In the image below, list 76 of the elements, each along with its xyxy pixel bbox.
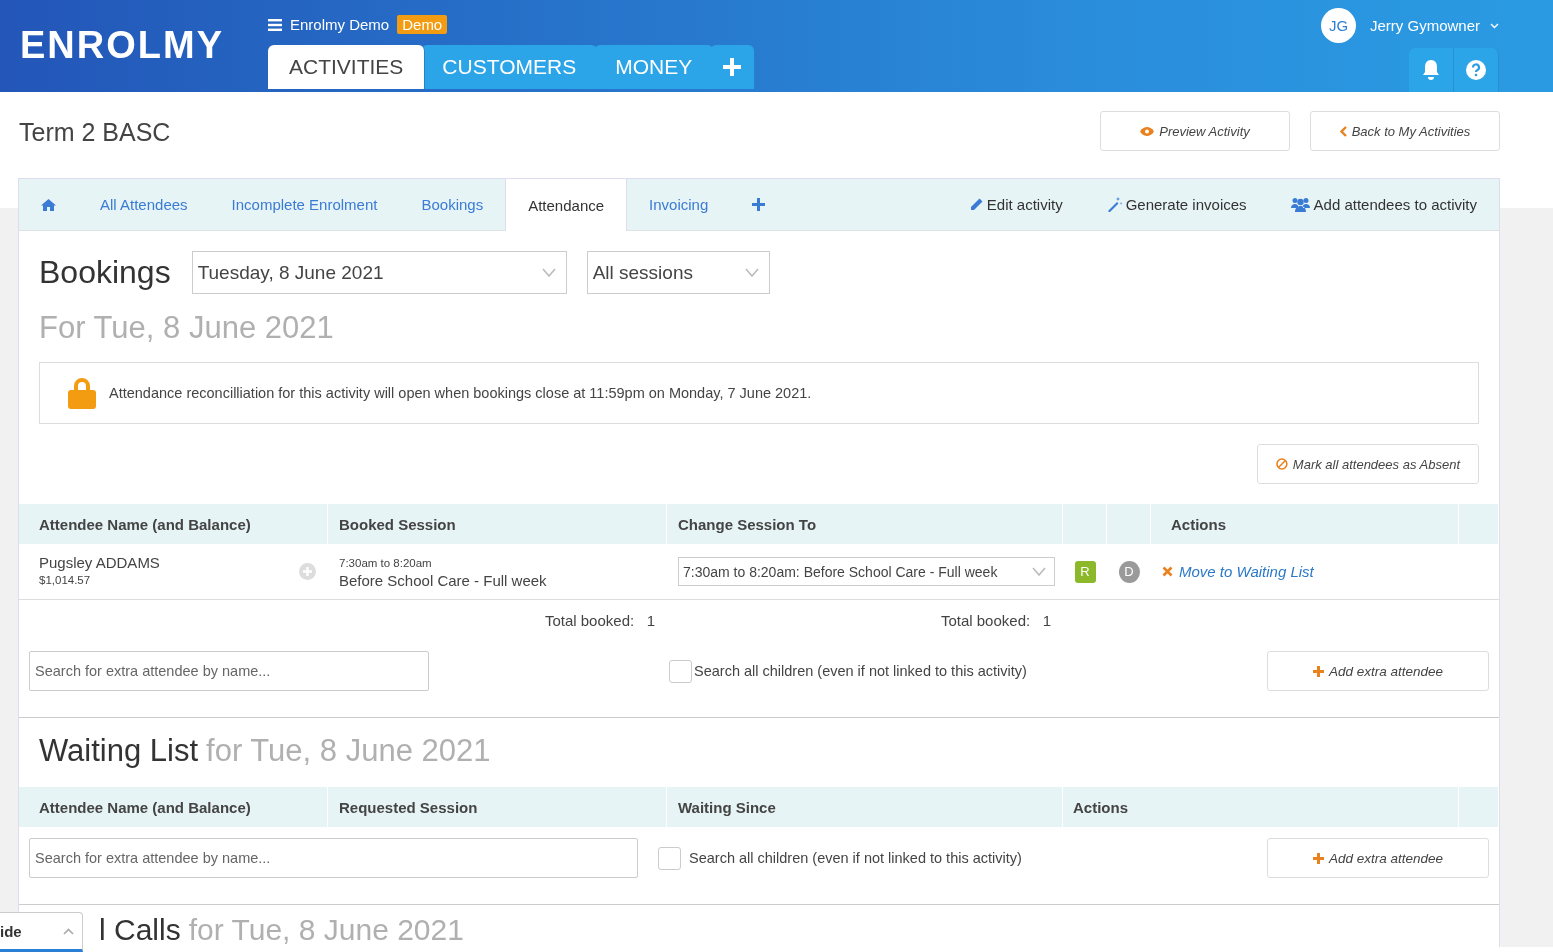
notifications-button[interactable] xyxy=(1409,48,1454,92)
nav-tab[interactable]: ACTIVITIES xyxy=(268,45,426,89)
demo-badge: Demo xyxy=(397,15,448,34)
column-header: Booked Session xyxy=(328,504,667,544)
bookings-heading: Bookings xyxy=(39,254,171,291)
help-button[interactable] xyxy=(1454,48,1499,92)
plus-icon xyxy=(1312,665,1324,677)
bell-icon xyxy=(1421,59,1441,81)
chevron-down-icon xyxy=(541,268,556,277)
change-session-dropdown[interactable]: 7:30am to 8:20am: Before School Care - Full week xyxy=(678,557,1055,586)
tab[interactable]: Bookings xyxy=(399,179,506,230)
user-avatar[interactable]: JG xyxy=(1320,8,1356,43)
checkbox[interactable] xyxy=(658,846,681,870)
column-header: Attendee Name (and Balance) xyxy=(19,504,328,544)
waiting-list-heading: Waiting List xyxy=(39,733,199,768)
users-icon xyxy=(1290,197,1310,212)
attendee-balance: $1,014.57 xyxy=(39,574,92,586)
search-field[interactable]: Search for extra attendee by name... xyxy=(29,651,429,691)
chevron-down-icon xyxy=(1032,567,1046,576)
logo[interactable]: ENROLMY xyxy=(0,0,268,92)
preview-button[interactable]: Preview Activity xyxy=(1100,111,1290,151)
session-time: 7:30am to 8:20am xyxy=(339,557,433,569)
action-link[interactable]: Generate invoices xyxy=(1084,179,1269,230)
caret-icon[interactable] xyxy=(1490,22,1499,29)
tab[interactable]: Attendance xyxy=(505,179,628,231)
checkbox[interactable] xyxy=(669,659,692,683)
plus-icon xyxy=(723,58,742,76)
caret-up-icon[interactable] xyxy=(63,927,74,935)
lock-icon xyxy=(68,377,96,409)
date-dropdown[interactable]: Tuesday, 8 June 2021 xyxy=(191,251,567,294)
waiting-list-link[interactable]: Move to Waiting List xyxy=(1162,563,1459,580)
total-booked: Total booked: 1 xyxy=(543,612,656,629)
chevron-left-icon xyxy=(1339,125,1347,137)
menu-icon[interactable] xyxy=(268,18,282,31)
action-link[interactable]: Edit activity xyxy=(947,179,1085,230)
add-button[interactable] xyxy=(710,45,756,89)
page-title: Term 2 BASC xyxy=(19,117,171,147)
pencil-icon xyxy=(969,198,983,211)
column-header: Actions xyxy=(1151,504,1459,544)
back-button[interactable]: Back to My Activities xyxy=(1310,111,1500,151)
notice-text: Attendance reconcilliation for this activity will open when bookings close at 11:59pm on Monday, 7 June 2021. xyxy=(109,385,812,401)
help-icon xyxy=(1466,60,1486,80)
session-dropdown[interactable]: All sessions xyxy=(586,251,770,294)
add-attendee-button[interactable]: Add extra attendee xyxy=(1267,651,1489,691)
account-name[interactable]: Enrolmy Demo xyxy=(290,16,390,33)
search-field[interactable]: Search for extra attendee by name... xyxy=(29,838,638,878)
total-booked: Total booked: 1 xyxy=(939,612,1052,629)
mark-absent-button[interactable]: Mark all attendees as Absent xyxy=(1257,444,1479,484)
add-attendee-button[interactable]: Add extra attendee xyxy=(1267,838,1489,878)
action-link[interactable]: Add attendees to activity xyxy=(1268,179,1499,230)
column-header: Requested Session xyxy=(328,787,667,827)
date-subheading: For Tue, 8 June 2021 xyxy=(39,310,335,346)
column-header: Change Session To xyxy=(667,504,1063,544)
plus-icon xyxy=(1312,852,1324,864)
roll-calls-heading: l Calls xyxy=(99,913,181,946)
guide-label[interactable]: ide xyxy=(0,922,22,940)
home-icon xyxy=(41,198,56,211)
date-subheading: for Tue, 8 June 2021 xyxy=(206,733,491,768)
date-subheading: for Tue, 8 June 2021 xyxy=(188,913,464,946)
close-icon xyxy=(1162,566,1173,577)
checkbox-label[interactable]: Search all children (even if not linked to this activity) xyxy=(689,850,1022,866)
plus-icon xyxy=(752,198,766,211)
guide-widget[interactable]: ide xyxy=(0,912,83,952)
column-header: Actions xyxy=(1063,787,1459,827)
eye-icon xyxy=(1140,126,1155,136)
attendee-name[interactable]: Pugsley ADDAMS xyxy=(39,554,160,571)
magic-wand-icon xyxy=(1106,197,1122,212)
ban-icon xyxy=(1276,458,1288,470)
tab[interactable]: Invoicing xyxy=(627,179,731,230)
tab[interactable]: Incomplete Enrolment xyxy=(209,179,400,230)
column-header: Attendee Name (and Balance) xyxy=(19,787,328,827)
checkbox-label[interactable]: Search all children (even if not linked to this activity) xyxy=(694,663,1027,679)
tab[interactable]: All Attendees xyxy=(78,179,210,230)
chevron-down-icon xyxy=(744,268,759,277)
session-name: Before School Care - Full week xyxy=(339,572,548,589)
column-header: Waiting Since xyxy=(667,787,1063,827)
